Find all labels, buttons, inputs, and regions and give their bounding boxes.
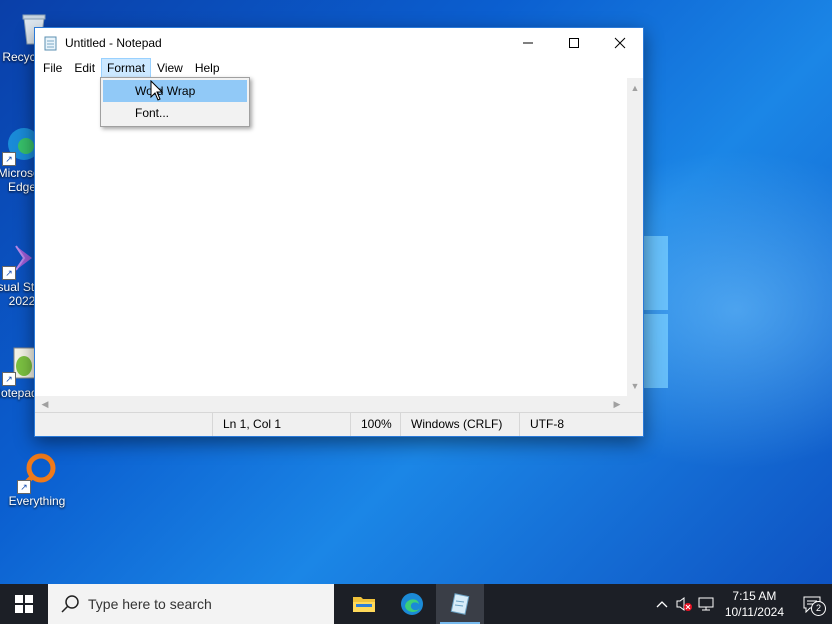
minimize-button[interactable] (505, 28, 551, 58)
vertical-scrollbar[interactable]: ▲ ▼ (627, 78, 643, 412)
start-button[interactable] (0, 584, 48, 624)
shortcut-arrow-icon: ↗ (2, 372, 16, 386)
menu-edit[interactable]: Edit (68, 58, 101, 78)
title-bar[interactable]: Untitled - Notepad (35, 28, 643, 58)
menu-help[interactable]: Help (189, 58, 226, 78)
scroll-right-icon[interactable]: ▶ (609, 396, 625, 412)
notification-count-badge: 2 (811, 601, 826, 616)
menu-item-word-wrap[interactable]: Word Wrap (103, 80, 247, 102)
scrollbar-corner (627, 396, 643, 412)
scroll-up-icon[interactable]: ▲ (627, 80, 643, 96)
desktop: Recycle Bin ↗ Microsoft Edge ↗ Visual St… (0, 0, 832, 584)
scroll-left-icon[interactable]: ◀ (37, 396, 53, 412)
windows-logo-pane (642, 236, 668, 310)
taskbar-search-box[interactable]: Type here to search (48, 584, 334, 624)
everything-search-icon: ↗ (17, 452, 57, 494)
close-button[interactable] (597, 28, 643, 58)
menu-file[interactable]: File (37, 58, 68, 78)
search-placeholder: Type here to search (88, 596, 212, 612)
minimize-icon (523, 42, 533, 44)
action-center-button[interactable]: 2 (792, 584, 832, 624)
status-cursor-position: Ln 1, Col 1 (212, 413, 351, 436)
menu-item-font[interactable]: Font... (103, 102, 247, 124)
maximize-button[interactable] (551, 28, 597, 58)
menu-view[interactable]: View (151, 58, 189, 78)
shortcut-arrow-icon: ↗ (2, 266, 16, 280)
window-title: Untitled - Notepad (65, 36, 162, 50)
shortcut-arrow-icon: ↗ (2, 152, 16, 166)
taskbar-notepad[interactable] (436, 584, 484, 624)
network-icon[interactable] (695, 584, 717, 624)
text-editor-area[interactable] (35, 78, 627, 412)
edge-icon (401, 593, 423, 615)
horizontal-scrollbar[interactable]: ◀ ▶ (35, 396, 627, 412)
clock-time: 7:15 AM (732, 589, 777, 603)
show-hidden-icons-chevron-icon[interactable] (651, 584, 673, 624)
volume-muted-icon[interactable] (673, 584, 695, 624)
taskbar-clock[interactable]: 7:15 AM 10/11/2024 (717, 588, 792, 620)
folder-icon (353, 597, 375, 612)
notepad-icon (450, 593, 470, 615)
scroll-down-icon[interactable]: ▼ (627, 378, 643, 394)
mouse-pointer-icon (150, 80, 164, 101)
status-bar: Ln 1, Col 1 100% Windows (CRLF) UTF-8 (35, 412, 643, 436)
windows-logo-pane (642, 314, 668, 388)
windows-start-icon (15, 595, 33, 613)
close-icon (614, 37, 626, 49)
status-encoding: UTF-8 (519, 413, 630, 436)
taskbar: Type here to search 7:15 AM 10/11/2024 2 (0, 584, 832, 624)
taskbar-file-explorer[interactable] (340, 584, 388, 624)
taskbar-edge[interactable] (388, 584, 436, 624)
menu-format[interactable]: Format (101, 58, 152, 78)
desktop-icon-label: Everything (8, 494, 66, 508)
maximize-icon (569, 38, 579, 48)
search-icon (61, 595, 79, 613)
status-line-ending: Windows (CRLF) (400, 413, 521, 436)
clock-date: 10/11/2024 (724, 605, 784, 619)
menu-bar: File Edit Format View Help (35, 58, 643, 78)
shortcut-arrow-icon: ↗ (17, 480, 31, 494)
system-tray: 7:15 AM 10/11/2024 2 (651, 584, 832, 624)
notepad-icon (43, 35, 59, 51)
status-zoom: 100% (350, 413, 401, 436)
desktop-icon-everything[interactable]: ↗ Everything (0, 452, 77, 508)
format-menu-dropdown: Word Wrap Font... (100, 77, 250, 127)
